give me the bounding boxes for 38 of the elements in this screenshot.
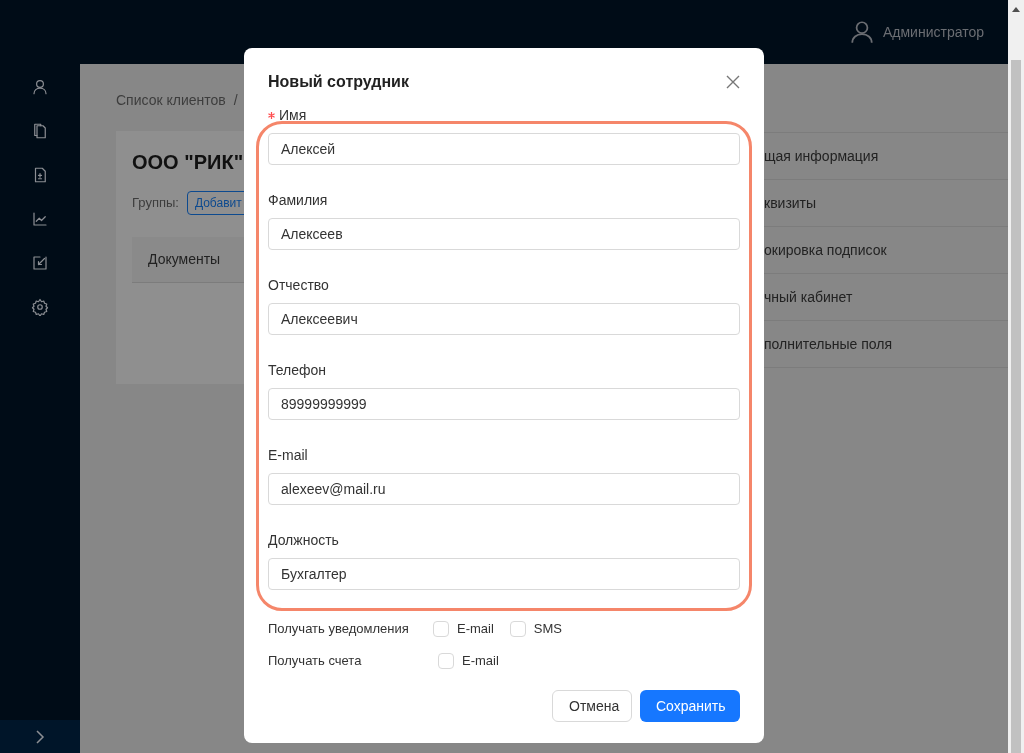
field-label: E-mail <box>268 445 308 465</box>
documents-icon[interactable] <box>31 122 49 140</box>
user-icon[interactable] <box>31 78 49 96</box>
close-icon[interactable] <box>726 75 740 89</box>
field-label: Телефон <box>268 360 327 380</box>
checkbox-label[interactable]: SMS <box>533 619 562 639</box>
checkbox[interactable] <box>433 621 449 637</box>
edit-icon[interactable] <box>31 254 49 272</box>
checkbox[interactable] <box>438 653 454 669</box>
field-label: Фамилия <box>268 190 328 210</box>
modal-title: Новый сотрудник <box>268 72 409 92</box>
groups-label: Группы: <box>132 194 179 213</box>
input-field[interactable]: Алексеевич <box>268 303 740 335</box>
user-icon[interactable] <box>849 19 875 45</box>
settings-icon[interactable] <box>31 298 49 316</box>
chevron-right-icon[interactable] <box>34 729 46 744</box>
field-label: Должность <box>268 530 339 550</box>
input-field[interactable]: Алексей <box>268 133 740 165</box>
checkbox[interactable] <box>509 621 526 637</box>
input-field[interactable]: 89999999999 <box>268 388 740 420</box>
field-label: Отчество <box>268 275 329 295</box>
cancel-button[interactable]: Отмена <box>552 690 632 722</box>
client-title: ООО "РИК" <box>132 150 244 175</box>
input-field[interactable]: Бухгалтер <box>268 558 740 590</box>
scrollbar[interactable] <box>1008 0 1024 753</box>
checkbox-label[interactable]: E-mail <box>457 619 494 639</box>
scroll-up-icon[interactable] <box>1012 7 1020 12</box>
input-field[interactable]: Алексеев <box>268 218 740 250</box>
breadcrumb-separator: / <box>233 91 238 110</box>
subscription-label: Получать счета <box>268 652 363 671</box>
user-name[interactable]: Администратор <box>883 21 984 43</box>
chart-icon[interactable] <box>31 210 49 228</box>
scrollbar-thumb[interactable] <box>1011 60 1021 753</box>
subscription-label: Получать уведомления <box>268 620 410 639</box>
field-label: Имя <box>279 105 307 125</box>
input-field[interactable]: alexeev@mail.ru <box>268 473 740 505</box>
checkbox-label[interactable]: E-mail <box>462 651 499 671</box>
save-button[interactable]: Сохранить <box>640 690 740 722</box>
